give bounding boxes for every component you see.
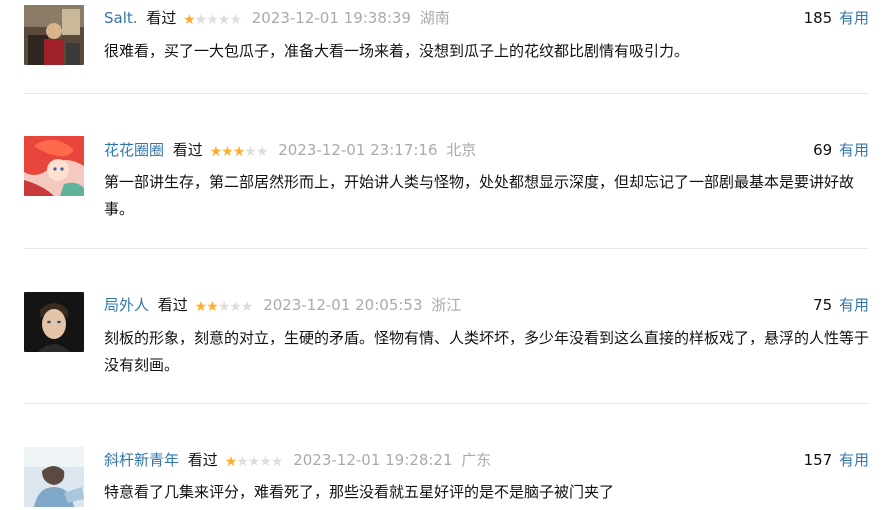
comment-location: 浙江 <box>431 296 462 314</box>
comment-info: Salt. 看过 ★★★★★ 2023-12-01 19:38:39 湖南 18… <box>104 7 869 29</box>
star-empty-icon: ★ <box>194 12 208 28</box>
comment-username[interactable]: 斜杆新青年 <box>104 451 179 469</box>
vote-count: 69 <box>813 141 833 159</box>
comment-username[interactable]: Salt. <box>104 9 138 27</box>
star-filled-icon: ★ <box>232 144 246 160</box>
star-empty-icon: ★ <box>244 144 257 160</box>
watch-status: 看过 <box>187 451 218 469</box>
star-filled-icon: ★ <box>206 299 219 315</box>
vote-count: 75 <box>813 296 833 314</box>
vote-area: 75 有用 <box>813 294 869 316</box>
useful-button[interactable]: 有用 <box>839 451 869 469</box>
star-filled-icon: ★ <box>224 454 238 470</box>
rating-stars: ★★★★★ <box>194 296 254 318</box>
comment-text: 特意看了几集来评分，难看死了，那些没看就五星好评的是不是脑子被门夹了 <box>104 483 615 501</box>
vote-count: 157 <box>803 451 833 469</box>
star-filled-icon: ★ <box>221 144 234 160</box>
comment-time: 2023-12-01 19:28:21 <box>293 451 453 469</box>
star-empty-icon: ★ <box>217 12 231 28</box>
comment-location: 北京 <box>446 141 477 159</box>
star-empty-icon: ★ <box>217 299 231 315</box>
vote-count: 185 <box>803 9 833 27</box>
comment-item: 局外人 看过 ★★★★★ 2023-12-01 20:05:53 浙江 75 有… <box>24 249 869 404</box>
comment-location: 广东 <box>461 451 492 469</box>
rating-stars: ★★★★★ <box>209 141 269 163</box>
star-filled-icon: ★ <box>183 12 196 28</box>
star-empty-icon: ★ <box>270 454 284 470</box>
useful-button[interactable]: 有用 <box>839 9 869 27</box>
vote-area: 157 有用 <box>804 449 869 471</box>
comment-info: 局外人 看过 ★★★★★ 2023-12-01 20:05:53 浙江 75 有… <box>104 294 869 316</box>
comment-time: 2023-12-01 23:17:16 <box>278 141 438 159</box>
star-empty-icon: ★ <box>255 144 269 160</box>
avatar-cartoon-icon <box>24 136 84 196</box>
comment-info: 花花圈圈 看过 ★★★★★ 2023-12-01 23:17:16 北京 69 … <box>104 139 869 161</box>
comment-username[interactable]: 花花圈圈 <box>104 141 164 159</box>
comment-time: 2023-12-01 19:38:39 <box>251 9 412 27</box>
avatar-portrait-icon <box>24 292 84 352</box>
user-avatar[interactable] <box>24 5 84 65</box>
comment-item: Salt. 看过 ★★★★★ 2023-12-01 19:38:39 湖南 18… <box>24 0 869 94</box>
watch-status: 看过 <box>157 296 188 314</box>
comment-list: Salt. 看过 ★★★★★ 2023-12-01 19:38:39 湖南 18… <box>24 0 869 510</box>
star-empty-icon: ★ <box>259 454 272 470</box>
rating-stars: ★★★★★ <box>183 9 242 31</box>
comment-item: 花花圈圈 看过 ★★★★★ 2023-12-01 23:17:16 北京 69 … <box>24 94 869 249</box>
star-empty-icon: ★ <box>236 454 249 470</box>
vote-area: 69 有用 <box>813 139 869 161</box>
avatar-photo-icon <box>24 447 84 507</box>
user-avatar[interactable] <box>24 136 84 196</box>
comment-info: 斜杆新青年 看过 ★★★★★ 2023-12-01 19:28:21 广东 15… <box>104 449 869 471</box>
useful-button[interactable]: 有用 <box>839 141 869 159</box>
comment-text: 第一部讲生存，第二部居然形而上，开始讲人类与怪物，处处都想显示深度，但却忘记了一… <box>104 173 855 218</box>
vote-area: 185 有用 <box>804 7 869 29</box>
comment-item: 斜杆新青年 看过 ★★★★★ 2023-12-01 19:28:21 广东 15… <box>24 404 869 510</box>
comment-text: 很难看，买了一大包瓜子，准备大看一场来着，没想到瓜子上的花纹都比剧情有吸引力。 <box>104 42 690 60</box>
watch-status: 看过 <box>146 9 177 27</box>
comment-text: 刻板的形象，刻意的对立，生硬的矛盾。怪物有情、人类坏坏，多少年没看到这么直接的样… <box>104 329 870 374</box>
star-filled-icon: ★ <box>194 299 208 315</box>
comment-time: 2023-12-01 20:05:53 <box>263 296 423 314</box>
user-avatar[interactable] <box>24 447 84 507</box>
comment-username[interactable]: 局外人 <box>104 296 149 314</box>
star-empty-icon: ★ <box>247 454 261 470</box>
rating-stars: ★★★★★ <box>224 451 284 473</box>
star-empty-icon: ★ <box>240 299 254 315</box>
star-empty-icon: ★ <box>206 12 219 28</box>
star-filled-icon: ★ <box>209 144 223 160</box>
avatar-photo-icon <box>24 5 84 65</box>
user-avatar[interactable] <box>24 292 84 352</box>
star-empty-icon: ★ <box>229 299 242 315</box>
star-empty-icon: ★ <box>229 12 242 28</box>
watch-status: 看过 <box>172 141 203 159</box>
comment-location: 湖南 <box>419 9 450 27</box>
useful-button[interactable]: 有用 <box>839 296 869 314</box>
